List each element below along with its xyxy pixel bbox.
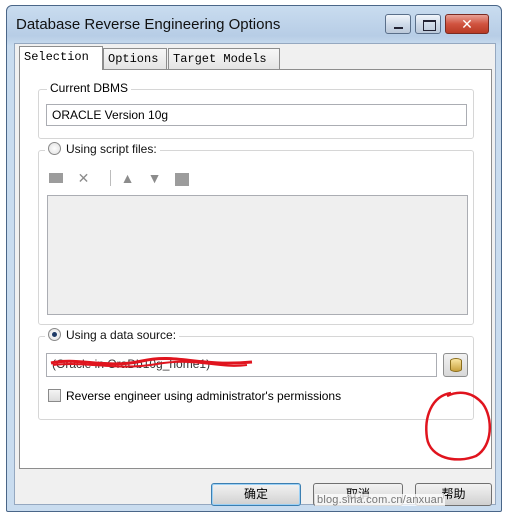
- tab-options[interactable]: Options: [103, 48, 167, 69]
- script-files-list[interactable]: [47, 195, 468, 315]
- redaction-scribble: [50, 357, 253, 368]
- close-button[interactable]: ✕: [445, 14, 489, 34]
- window-title: Database Reverse Engineering Options: [16, 16, 281, 33]
- dialog-client: Selection Options Target Models Current …: [14, 43, 496, 506]
- current-dbms-field[interactable]: ORACLE Version 10g: [46, 104, 467, 126]
- database-icon: [450, 358, 462, 372]
- tab-selection[interactable]: Selection: [19, 46, 103, 70]
- delete-icon[interactable]: ✕: [75, 170, 92, 186]
- annotation-circle: [425, 391, 492, 461]
- data-source-group: Using a data source: (Oracle in OraDb10g…: [38, 328, 474, 420]
- script-files-legend[interactable]: Using script files:: [45, 142, 160, 156]
- current-dbms-group: Current DBMS ORACLE Version 10g: [38, 81, 474, 139]
- browse-data-source-button[interactable]: [443, 353, 468, 377]
- script-files-group: Using script files: ✕ ▲ ▼: [38, 142, 474, 325]
- data-source-label: Using a data source:: [66, 328, 177, 342]
- data-source-radio[interactable]: [48, 328, 61, 341]
- watermark-text: blog.sina.com.cn/anxuan: [315, 494, 446, 506]
- admin-permissions-option[interactable]: Reverse engineer using administrator's p…: [48, 389, 341, 403]
- script-files-radio[interactable]: [48, 142, 61, 155]
- current-dbms-legend: Current DBMS: [47, 81, 132, 95]
- ok-button[interactable]: 确定: [211, 483, 301, 506]
- move-down-icon[interactable]: ▼: [146, 170, 163, 186]
- title-bar[interactable]: Database Reverse Engineering Options ✕: [7, 6, 501, 42]
- data-source-legend[interactable]: Using a data source:: [45, 328, 180, 342]
- close-icon: ✕: [461, 16, 473, 32]
- move-up-icon[interactable]: ▲: [119, 170, 136, 186]
- script-files-label: Using script files:: [66, 142, 157, 156]
- minimize-button[interactable]: [385, 14, 411, 34]
- admin-permissions-label: Reverse engineer using administrator's p…: [66, 389, 342, 403]
- toolbar-separator: [110, 170, 111, 186]
- dialog-window: Database Reverse Engineering Options ✕ S…: [6, 5, 502, 512]
- add-file-icon[interactable]: [47, 170, 64, 186]
- script-files-toolbar: ✕ ▲ ▼: [47, 168, 247, 188]
- tab-target-models[interactable]: Target Models: [168, 48, 280, 69]
- admin-permissions-checkbox[interactable]: [48, 389, 61, 402]
- folder-icon[interactable]: [173, 170, 190, 186]
- maximize-button[interactable]: [415, 14, 441, 34]
